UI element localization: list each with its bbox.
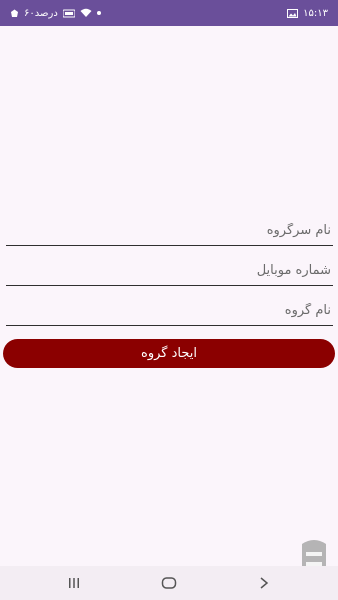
back-icon[interactable] (253, 574, 275, 592)
dot-icon (96, 11, 101, 15)
wifi-icon (80, 8, 92, 18)
status-bar: ۶۰درصد ۱۵:۱۳ (0, 0, 338, 26)
volte-icon (62, 9, 75, 18)
create-group-button[interactable]: ایجاد گروه (3, 339, 335, 368)
leader-name-input[interactable] (6, 222, 333, 238)
mobile-input[interactable] (6, 262, 333, 278)
status-time: ۱۵:۱۳ (303, 7, 328, 19)
leader-name-field[interactable] (6, 215, 333, 246)
home-icon[interactable] (158, 574, 180, 592)
navigation-bar (0, 566, 338, 600)
mobile-field[interactable] (6, 255, 333, 286)
gallery-icon (287, 8, 299, 18)
create-group-label: ایجاد گروه (141, 346, 197, 361)
status-right-group: ۱۵:۱۳ (287, 8, 328, 19)
battery-text: ۶۰درصد (24, 7, 58, 19)
recents-icon[interactable] (63, 574, 85, 592)
group-name-input[interactable] (6, 302, 333, 318)
recycle-icon (10, 9, 19, 18)
status-left-group: ۶۰درصد (10, 8, 101, 19)
group-name-field[interactable] (6, 295, 333, 326)
